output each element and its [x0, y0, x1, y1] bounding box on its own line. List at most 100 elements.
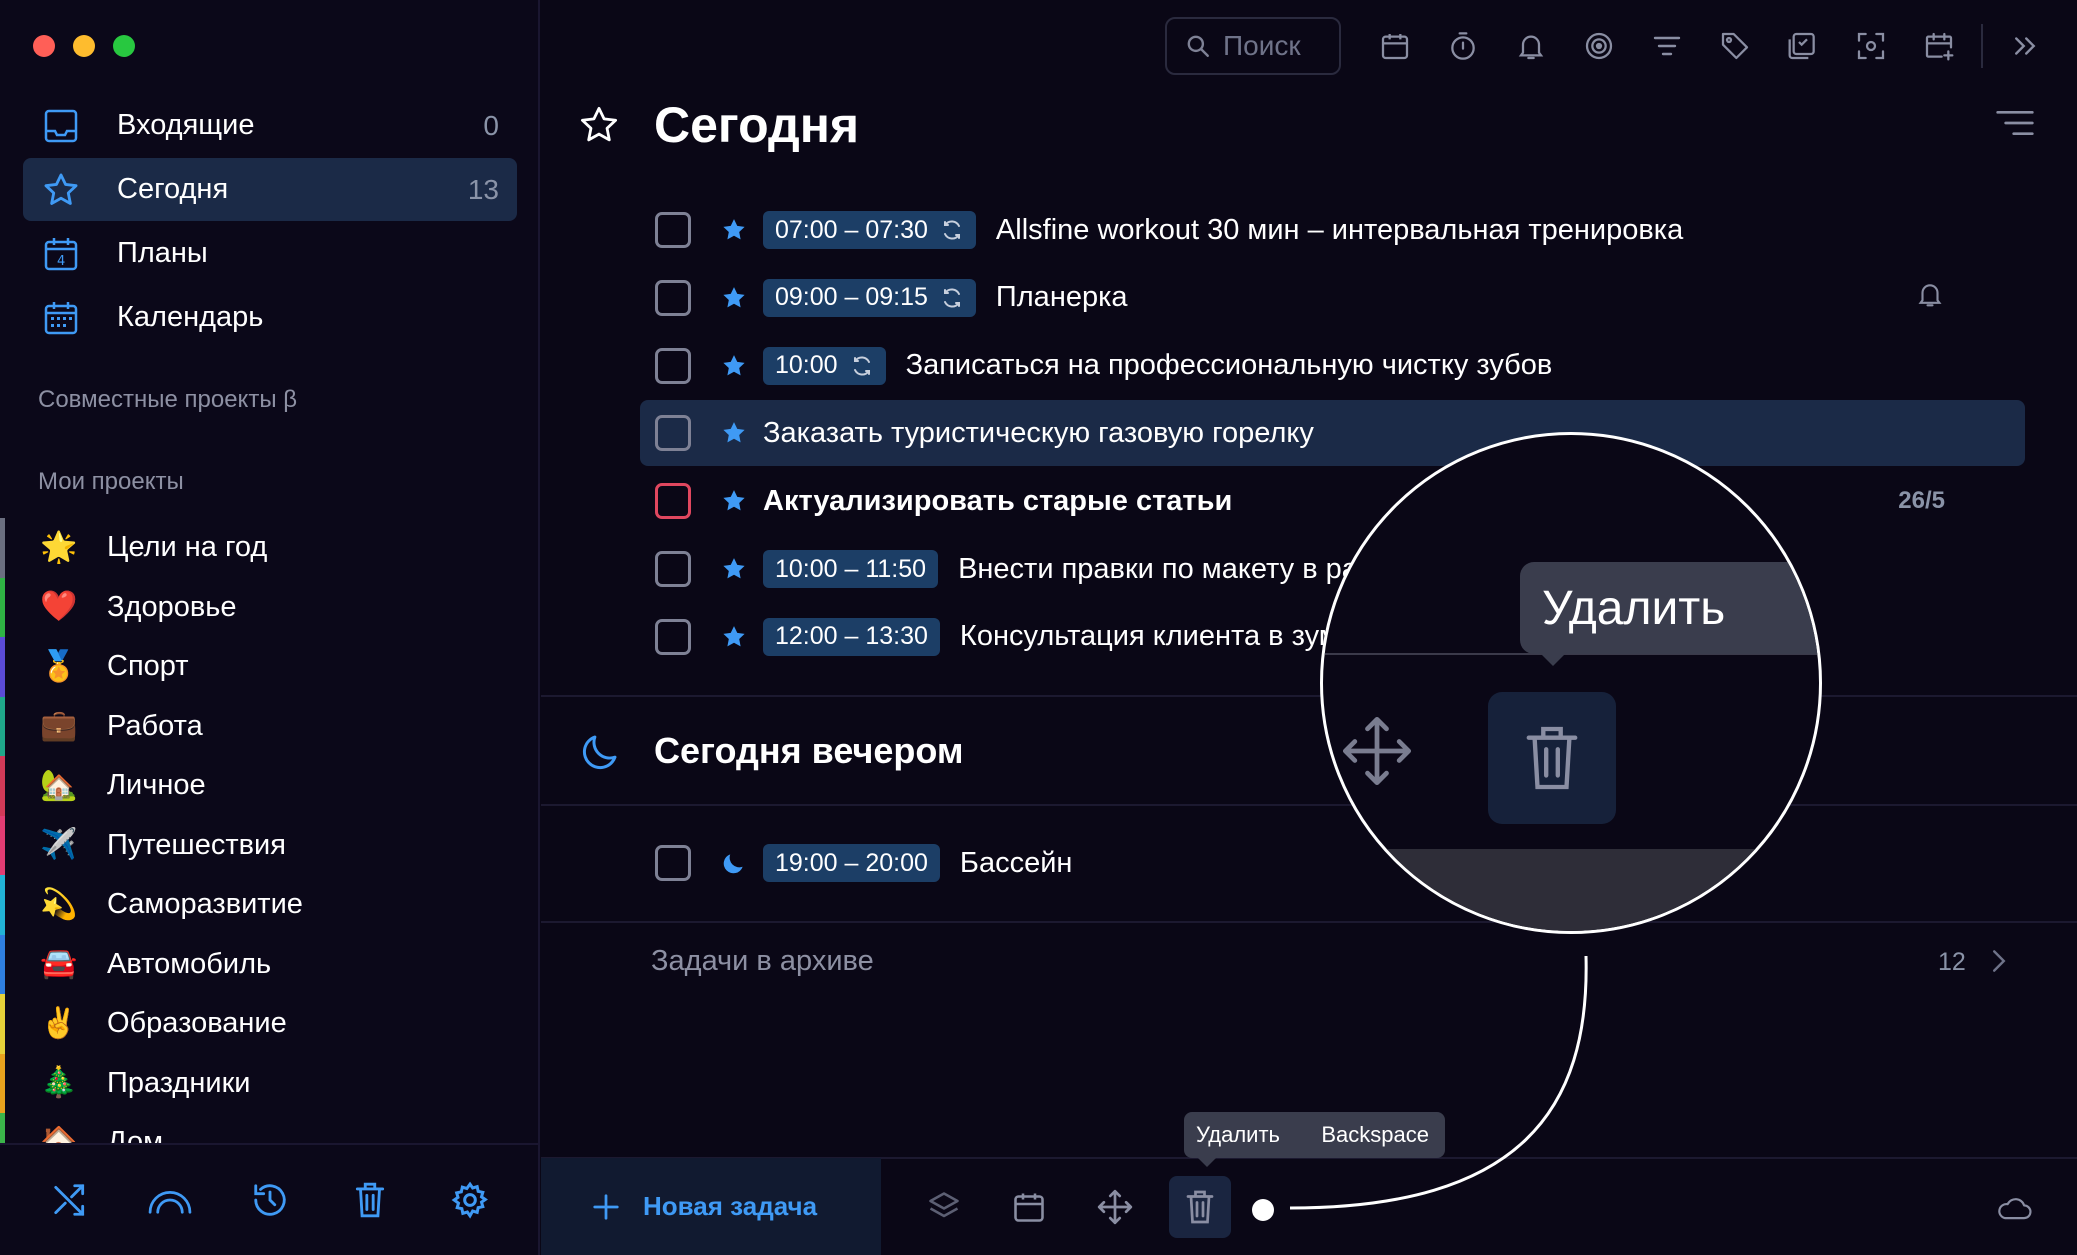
- time-chip[interactable]: 12:00 – 13:30: [763, 617, 940, 656]
- star-icon[interactable]: [721, 353, 747, 379]
- section-divider: [541, 695, 2077, 697]
- delete-tooltip: Удалить Backspace: [1184, 1112, 1445, 1167]
- time-chip-label: 09:00 – 09:15: [775, 283, 928, 312]
- task-row[interactable]: Актуализировать старые статьи 26/5: [640, 468, 2025, 534]
- magnifier-callout: Удалить: [1320, 432, 1822, 934]
- task-row[interactable]: 09:00 – 09:15 Планерка: [640, 265, 2025, 331]
- time-chip-label: 19:00 – 20:00: [775, 848, 928, 877]
- close-window-button[interactable]: [33, 35, 55, 57]
- sidebar-project-item[interactable]: 🏅 Спорт: [0, 637, 540, 697]
- sidebar-bottom-toolbar: [0, 1143, 540, 1255]
- task-checkbox[interactable]: [655, 212, 691, 248]
- time-chip[interactable]: 07:00 – 07:30: [763, 211, 976, 249]
- sort-options-icon[interactable]: [1995, 108, 2035, 143]
- top-toolbar: Поиск: [1165, 16, 2059, 76]
- sidebar-item-plans[interactable]: 4 Планы: [23, 222, 517, 285]
- window-controls: [33, 35, 135, 57]
- task-row[interactable]: 10:00 Записаться на профессиональную чист…: [640, 333, 2025, 399]
- new-task-button[interactable]: Новая задача: [541, 1158, 881, 1255]
- minimize-window-button[interactable]: [73, 35, 95, 57]
- task-row[interactable]: 07:00 – 07:30 Allsfine workout 30 мин – и…: [640, 197, 2025, 263]
- trash-icon[interactable]: [345, 1175, 395, 1225]
- bottom-toolbar: Новая задача: [541, 1158, 2077, 1255]
- move-icon[interactable]: [1084, 1176, 1146, 1238]
- sidebar-project-item[interactable]: 🏡 Личное: [0, 756, 540, 816]
- star-icon[interactable]: [721, 556, 747, 582]
- sidebar-project-item[interactable]: 🏠 Дом: [0, 1113, 540, 1143]
- star-icon[interactable]: [721, 217, 747, 243]
- sidebar-item-label: Календарь: [117, 301, 264, 333]
- checklist-icon[interactable]: [1769, 16, 1837, 76]
- filter-icon[interactable]: [1633, 16, 1701, 76]
- sidebar-project-item[interactable]: ✈️ Путешествия: [0, 815, 540, 875]
- task-checkbox[interactable]: [655, 551, 691, 587]
- project-color-bar: [0, 696, 5, 756]
- rainbow-icon[interactable]: [145, 1175, 195, 1225]
- calendar-icon[interactable]: [1361, 16, 1429, 76]
- star-icon: [39, 168, 83, 212]
- add-calendar-icon[interactable]: [1905, 16, 1973, 76]
- star-icon[interactable]: [721, 624, 747, 650]
- sidebar-project-item[interactable]: ❤️ Здоровье: [0, 577, 540, 637]
- task-title: Планерка: [995, 281, 1128, 314]
- task-checkbox[interactable]: [655, 845, 691, 881]
- project-color-bar: [0, 815, 5, 875]
- task-title: Актуализировать старые статьи: [763, 484, 1233, 517]
- sidebar-project-item[interactable]: 💫 Саморазвитие: [0, 875, 540, 935]
- expand-icon[interactable]: [1991, 16, 2059, 76]
- search-input[interactable]: Поиск: [1165, 17, 1341, 75]
- star-icon[interactable]: [721, 285, 747, 311]
- shuffle-icon[interactable]: [45, 1175, 95, 1225]
- sidebar-nav: Входящие 0 Сегодня 13 4 Планы Календарь: [23, 94, 517, 350]
- shared-projects-heading[interactable]: Совместные проекты β: [38, 386, 297, 414]
- task-checkbox[interactable]: [655, 483, 691, 520]
- plus-icon: [593, 1193, 619, 1220]
- sidebar-project-item[interactable]: 💼 Работа: [0, 696, 540, 756]
- zoom-window-button[interactable]: [113, 35, 135, 57]
- sidebar-item-calendar[interactable]: Календарь: [23, 286, 517, 349]
- task-checkbox[interactable]: [655, 279, 691, 316]
- time-chip[interactable]: 10:00: [763, 346, 886, 385]
- task-checkbox[interactable]: [655, 618, 691, 655]
- time-chip-label: 12:00 – 13:30: [775, 622, 928, 651]
- gear-icon[interactable]: [445, 1175, 495, 1225]
- trash-button[interactable]: [1169, 1176, 1231, 1238]
- scan-icon[interactable]: [1837, 16, 1905, 76]
- timer-icon[interactable]: [1429, 16, 1497, 76]
- sidebar-item-label: Входящие: [117, 109, 255, 141]
- time-chip[interactable]: 10:00 – 11:50: [763, 550, 939, 588]
- layers-icon[interactable]: [913, 1176, 975, 1238]
- sidebar-project-item[interactable]: ✌️ Образование: [0, 994, 540, 1054]
- sidebar-project-item[interactable]: 🎄 Праздники: [0, 1053, 540, 1113]
- tag-icon[interactable]: [1701, 16, 1769, 76]
- calendar-plans-icon: 4: [39, 232, 83, 276]
- history-icon[interactable]: [245, 1175, 295, 1225]
- calendar-icon[interactable]: [998, 1176, 1060, 1238]
- magnified-tooltip-arrow: [1539, 652, 1567, 666]
- bell-icon[interactable]: [1497, 16, 1565, 76]
- time-chip-label: 07:00 – 07:30: [775, 215, 928, 244]
- task-row[interactable]: Заказать туристическую газовую горелку: [640, 400, 2025, 467]
- task-checkbox[interactable]: [655, 415, 691, 452]
- sidebar-item-today[interactable]: Сегодня 13: [23, 158, 517, 221]
- sidebar-item-inbox[interactable]: Входящие 0: [23, 94, 517, 157]
- bell-icon[interactable]: [1915, 279, 1945, 316]
- today-star-icon: [578, 104, 620, 151]
- my-projects-heading[interactable]: Мои проекты: [38, 468, 184, 496]
- project-label: Спорт: [107, 650, 189, 683]
- cloud-sync-icon[interactable]: [1995, 1195, 2033, 1226]
- evening-section-title[interactable]: Сегодня вечером: [654, 730, 964, 772]
- star-icon[interactable]: [721, 488, 747, 514]
- chevron-right-icon[interactable]: [1990, 949, 2008, 978]
- sidebar-project-item[interactable]: 🌟 Цели на год: [0, 518, 540, 578]
- moon-icon: [721, 850, 747, 876]
- sidebar-project-item[interactable]: 🚘 Автомобиль: [0, 934, 540, 994]
- target-icon[interactable]: [1565, 16, 1633, 76]
- time-chip[interactable]: 19:00 – 20:00: [763, 844, 940, 882]
- project-emoji-icon: 🚘: [40, 947, 78, 981]
- repeat-icon: [940, 286, 964, 310]
- star-icon[interactable]: [721, 420, 747, 446]
- task-checkbox[interactable]: [655, 347, 691, 384]
- time-chip[interactable]: 09:00 – 09:15: [763, 278, 976, 317]
- archive-link[interactable]: Задачи в архиве: [651, 945, 874, 978]
